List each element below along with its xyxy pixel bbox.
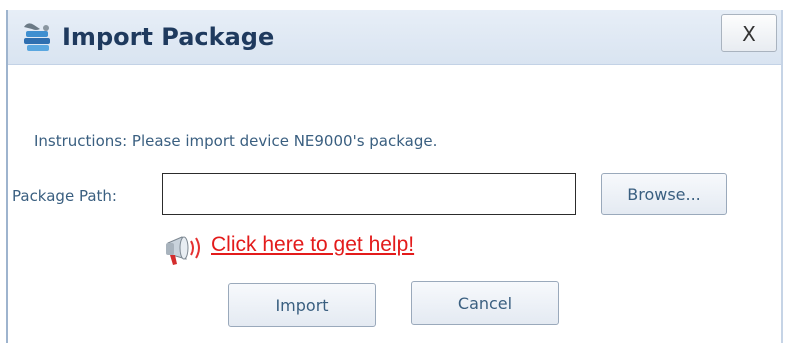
package-path-input[interactable] [162,173,576,215]
instructions-text: Instructions: Please import device NE900… [34,132,438,150]
browse-button[interactable]: Browse... [601,173,727,215]
import-button[interactable]: Import [228,283,376,327]
title-bar[interactable]: Import Package X [8,10,781,65]
package-path-label: Package Path: [12,187,117,205]
dialog-body: Instructions: Please import device NE900… [8,65,781,343]
megaphone-icon [160,229,210,269]
package-icon [18,19,58,55]
cancel-button[interactable]: Cancel [411,281,559,325]
dialog-title: Import Package [62,23,275,51]
help-link[interactable]: Click here to get help! [211,233,414,257]
import-package-dialog: Import Package X Instructions: Please im… [6,10,783,343]
close-button[interactable]: X [721,14,777,52]
